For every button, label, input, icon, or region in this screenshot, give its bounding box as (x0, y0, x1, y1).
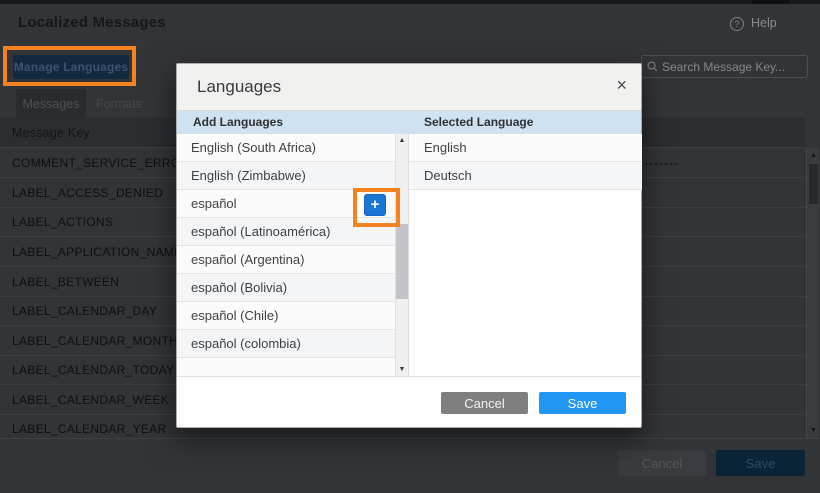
search-message-key-box[interactable] (641, 55, 808, 78)
scroll-down-icon[interactable]: ▼ (807, 427, 820, 434)
selected-language-column-header: Selected Language (424, 111, 533, 134)
tab-messages[interactable]: Messages (16, 89, 86, 118)
scroll-down-icon[interactable]: ▼ (396, 366, 408, 373)
annotation-highlight-add-button (353, 188, 400, 227)
add-language-item[interactable]: español (Argentina) (177, 246, 395, 274)
modal-list-scrollbar[interactable]: ▲ ▼ (395, 134, 408, 376)
scroll-up-icon[interactable]: ▲ (807, 152, 820, 159)
page-title: Localized Messages (18, 14, 166, 31)
modal-footer-divider (177, 376, 641, 377)
add-language-item[interactable]: español (Chile) (177, 302, 395, 330)
top-window-strip-accent (752, 0, 790, 4)
page-scrollbar-thumb[interactable] (809, 164, 818, 204)
modal-header: Languages × (177, 64, 641, 111)
add-language-item[interactable]: español (Bolivia) (177, 274, 395, 302)
page-vertical-scrollbar[interactable]: ▲ ▼ (806, 148, 819, 438)
selected-language-item[interactable]: English (409, 134, 642, 162)
footer-divider (0, 438, 820, 439)
table-cell-value-fragment: ------- (644, 156, 679, 170)
top-window-strip (0, 0, 820, 4)
help-icon[interactable]: ? (730, 17, 744, 31)
page-save-button[interactable]: Save (716, 450, 805, 476)
modal-title: Languages (197, 64, 281, 110)
modal-column-headers: Add Languages Selected Language (177, 111, 641, 134)
localized-messages-page: Localized Messages ? Help Manage Languag… (0, 0, 820, 493)
selected-language-item[interactable]: Deutsch (409, 162, 642, 190)
page-cancel-button[interactable]: Cancel (618, 450, 706, 476)
add-languages-column-header: Add Languages (193, 111, 283, 134)
close-icon[interactable]: × (616, 76, 627, 94)
tab-formats[interactable]: Formats (86, 89, 152, 118)
modal-cancel-button[interactable]: Cancel (441, 392, 528, 414)
annotation-highlight-manage-languages (3, 46, 136, 86)
search-icon (642, 61, 662, 72)
add-language-item[interactable]: English (Zimbabwe) (177, 162, 395, 190)
scroll-up-icon[interactable]: ▲ (396, 137, 408, 144)
add-language-item-partial (177, 358, 395, 376)
modal-scrollbar-thumb[interactable] (396, 224, 408, 299)
add-language-item[interactable]: español (colombia) (177, 330, 395, 358)
help-link[interactable]: Help (751, 16, 777, 30)
search-input[interactable] (662, 60, 802, 74)
modal-save-button[interactable]: Save (539, 392, 626, 414)
languages-modal: Languages × Add Languages Selected Langu… (176, 63, 642, 428)
add-language-item[interactable]: English (South Africa) (177, 134, 395, 162)
